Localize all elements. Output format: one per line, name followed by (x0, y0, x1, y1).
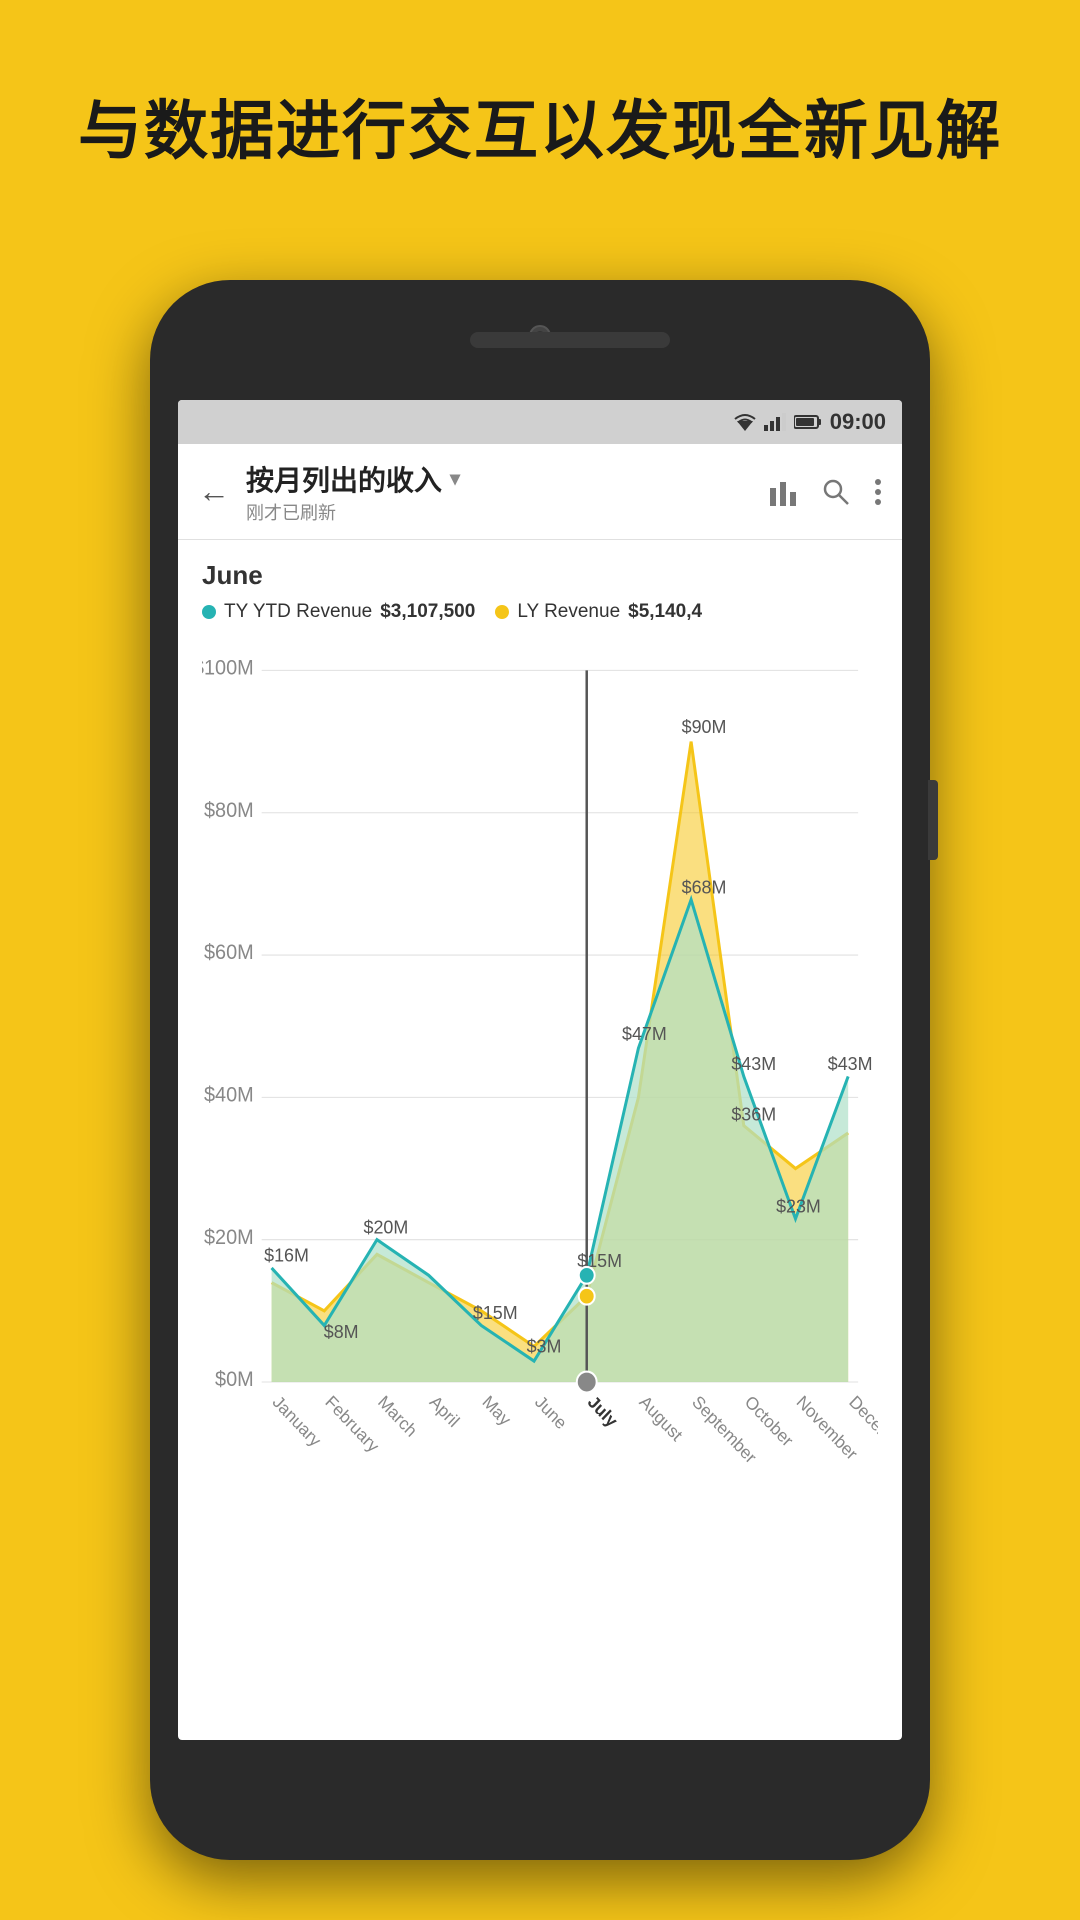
phone-screen: 09:00 ← 按月列出的收入 ▾ 刚才已刷新 (178, 400, 902, 1740)
month-feb: February (322, 1391, 384, 1456)
status-time: 09:00 (830, 409, 886, 435)
search-icon[interactable] (822, 478, 850, 506)
legend-item-ty: TY YTD Revenue $3,107,500 (202, 601, 475, 623)
svg-text:$47M: $47M (622, 1022, 667, 1044)
status-icons: 09:00 (734, 409, 886, 435)
more-icon[interactable] (874, 478, 882, 506)
svg-text:$20M: $20M (364, 1216, 409, 1238)
legend-dot-yellow (495, 605, 509, 619)
svg-text:$90M: $90M (682, 716, 727, 738)
svg-text:$40M: $40M (204, 1084, 254, 1107)
chart-area[interactable]: $100M $80M $60M $40M $20M $0M (202, 639, 878, 1539)
app-subtitle: 刚才已刷新 (246, 499, 768, 525)
month-jun: June (531, 1391, 571, 1433)
title-block: 按月列出的收入 ▾ 刚才已刷新 (246, 459, 768, 525)
legend-ty-value: $3,107,500 (380, 601, 475, 623)
app-title: 按月列出的收入 ▾ (246, 459, 768, 499)
signal-icon (764, 413, 786, 431)
month-apr: April (426, 1391, 464, 1431)
month-jan: January (269, 1391, 325, 1450)
legend-ly-label: LY Revenue (517, 601, 620, 623)
month-jul: July (584, 1391, 622, 1431)
wifi-icon (734, 413, 756, 431)
chart-section: June TY YTD Revenue $3,107,500 LY Revenu… (178, 540, 902, 1539)
legend-dot-teal (202, 605, 216, 619)
speaker (470, 332, 670, 348)
chart-month-label: June (202, 560, 878, 591)
back-button[interactable]: ← (198, 473, 230, 510)
app-bar: ← 按月列出的收入 ▾ 刚才已刷新 (178, 444, 902, 540)
top-text: 与数据进行交互以发现全新见解 (0, 80, 1080, 172)
app-bar-actions (768, 478, 882, 506)
svg-text:$43M: $43M (828, 1053, 873, 1075)
ty-area (272, 900, 849, 1382)
dropdown-icon[interactable]: ▾ (450, 466, 460, 491)
svg-text:$0M: $0M (215, 1369, 254, 1392)
axis-dot (577, 1372, 597, 1393)
phone-wrapper: 09:00 ← 按月列出的收入 ▾ 刚才已刷新 (150, 280, 930, 1860)
month-may: May (479, 1391, 516, 1429)
ty-selected-dot[interactable] (579, 1267, 595, 1284)
svg-text:$3M: $3M (527, 1335, 562, 1357)
legend-item-ly: LY Revenue $5,140,4 (495, 601, 702, 623)
svg-text:$16M: $16M (264, 1244, 309, 1266)
svg-text:$43M: $43M (731, 1053, 776, 1075)
chart-svg: $100M $80M $60M $40M $20M $0M (202, 639, 878, 1539)
svg-text:$100M: $100M (202, 657, 254, 680)
phone-shell: 09:00 ← 按月列出的收入 ▾ 刚才已刷新 (150, 280, 930, 1860)
svg-text:$60M: $60M (204, 942, 254, 965)
month-mar: March (374, 1391, 421, 1440)
legend: TY YTD Revenue $3,107,500 LY Revenue $5,… (202, 601, 878, 623)
status-bar: 09:00 (178, 400, 902, 444)
legend-ly-value: $5,140,4 (628, 601, 702, 623)
month-aug: August (636, 1391, 687, 1445)
chart-icon[interactable] (768, 478, 798, 506)
svg-text:$80M: $80M (204, 799, 254, 822)
battery-icon (794, 414, 822, 430)
ly-selected-dot[interactable] (579, 1288, 595, 1305)
legend-ty-label: TY YTD Revenue (224, 601, 372, 623)
svg-text:$36M: $36M (731, 1103, 776, 1125)
svg-text:$20M: $20M (204, 1226, 254, 1249)
svg-text:$68M: $68M (682, 876, 727, 898)
svg-text:$23M: $23M (776, 1195, 821, 1217)
svg-text:$8M: $8M (324, 1321, 359, 1343)
side-button (928, 780, 938, 860)
svg-text:$15M: $15M (473, 1302, 518, 1324)
